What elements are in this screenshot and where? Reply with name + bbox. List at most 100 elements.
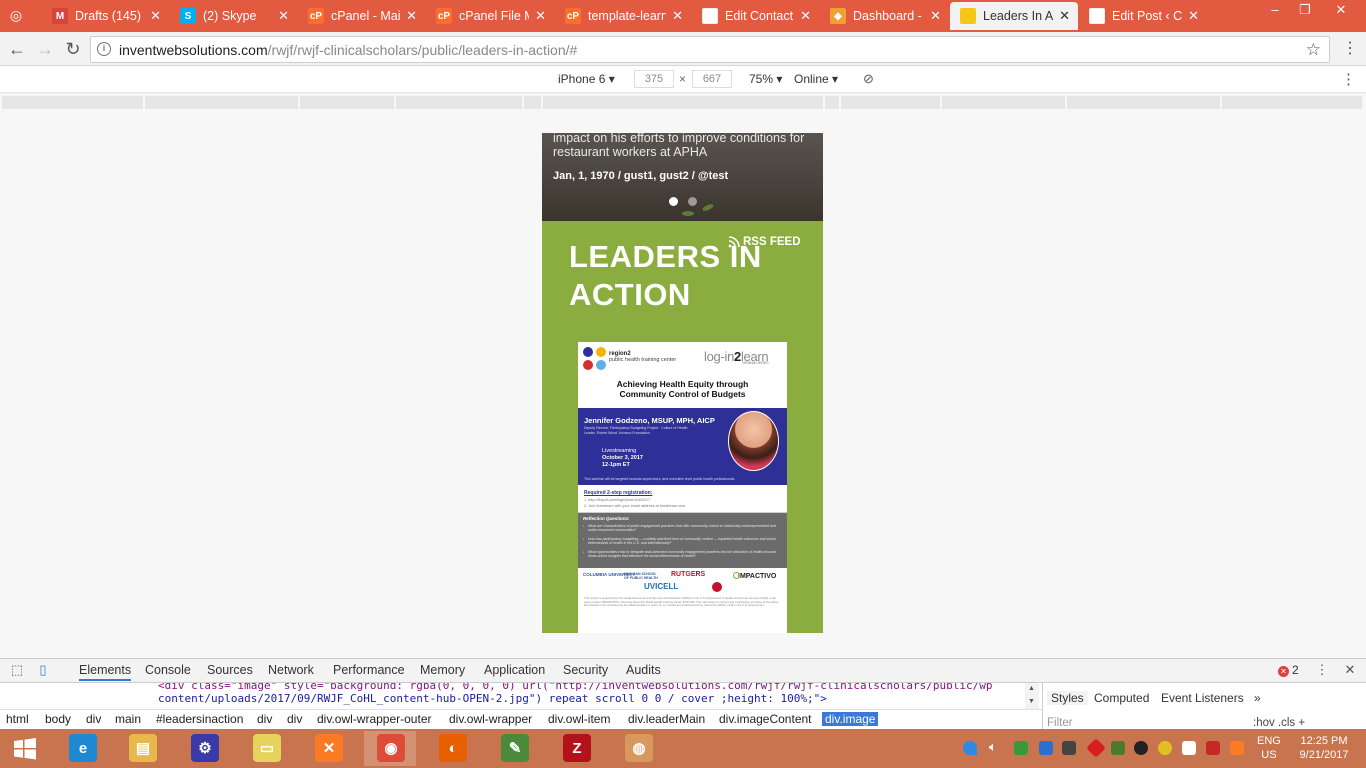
breadcrumb-item[interactable]: #leadersinaction	[156, 712, 243, 726]
devtools-close-icon[interactable]: ✕	[1342, 662, 1358, 678]
breadcrumb-item[interactable]: div	[257, 712, 272, 726]
tab-close-icon[interactable]: ✕	[535, 8, 546, 24]
devtools-menu-icon[interactable]: ⋮	[1314, 662, 1330, 678]
chrome-apps-icon[interactable]: ◎	[6, 6, 26, 24]
taskbar-app[interactable]: ◍	[612, 731, 664, 766]
styles-filter-input[interactable]: Filter	[1047, 717, 1073, 729]
tab-elements[interactable]: Elements	[79, 663, 132, 681]
tab-sources[interactable]: Sources	[207, 663, 253, 677]
breadcrumb-item[interactable]: div.owl-item	[548, 712, 610, 726]
device-toolbar-menu-icon[interactable]: ⋮	[1341, 70, 1356, 88]
breadcrumb-item[interactable]: div.owl-wrapper-outer	[317, 712, 432, 726]
tab-close-icon[interactable]: ✕	[672, 8, 683, 24]
media-query-segment[interactable]	[300, 96, 394, 109]
tray-stack-icon[interactable]	[1111, 741, 1125, 755]
breadcrumb-item[interactable]: body	[45, 712, 71, 726]
taskbar-app[interactable]: ◐	[426, 731, 478, 766]
media-query-segment[interactable]	[1222, 96, 1362, 109]
browser-tab[interactable]: cP cPanel - Main ✕	[298, 2, 425, 30]
device-toggle-icon[interactable]: ▯	[35, 662, 51, 678]
media-query-segment[interactable]	[942, 96, 1065, 109]
browser-tab[interactable]: Edit Contact ✕	[692, 2, 819, 30]
windows-start-icon[interactable]	[0, 729, 50, 768]
dom-tree-scrollbar[interactable]: ▲ ▼	[1025, 683, 1039, 709]
tab-close-icon[interactable]: ✕	[1059, 8, 1070, 24]
carousel-dot[interactable]	[688, 197, 697, 206]
tab-close-icon[interactable]: ✕	[930, 8, 941, 24]
language-indicator[interactable]: ENG US	[1257, 734, 1281, 762]
tab-memory[interactable]: Memory	[420, 663, 465, 677]
media-query-segment[interactable]	[543, 96, 823, 109]
tab-computed[interactable]: Computed	[1094, 691, 1149, 705]
elements-dom-tree[interactable]: <div class="image" style="background: rg…	[0, 683, 1040, 709]
browser-tab[interactable]: S (2) Skype ✕	[170, 2, 297, 30]
device-height-input[interactable]: 667	[692, 70, 732, 88]
volume-icon[interactable]: 🔈︎	[989, 739, 997, 755]
taskbar-app[interactable]: ✕	[302, 731, 354, 766]
tray-dropbox2-icon[interactable]	[1182, 741, 1196, 755]
tray-network-icon[interactable]	[1039, 741, 1053, 755]
address-bar[interactable]: i inventwebsolutions.com/rwjf/rwjf-clini…	[90, 36, 1330, 63]
tab-close-icon[interactable]: ✕	[150, 8, 161, 24]
tab-audits[interactable]: Audits	[626, 663, 661, 677]
close-window-icon[interactable]: ✕	[1326, 0, 1356, 22]
tab-console[interactable]: Console	[145, 663, 191, 677]
taskbar-app[interactable]: e	[56, 731, 108, 766]
taskbar-app[interactable]: ▤	[116, 731, 168, 766]
tab-performance[interactable]: Performance	[333, 663, 405, 677]
tab-styles[interactable]: Styles	[1047, 691, 1088, 705]
tray-dropbox-icon[interactable]	[963, 741, 977, 755]
tray-red-icon[interactable]	[1086, 738, 1106, 758]
breadcrumb-item[interactable]: div.owl-wrapper	[449, 712, 532, 726]
taskbar-clock[interactable]: 12:25 PM 9/21/2017	[1296, 734, 1352, 762]
zoom-select[interactable]: 75% ▾	[749, 72, 782, 86]
browser-menu-icon[interactable]: ⋮	[1340, 38, 1360, 60]
tab-close-icon[interactable]: ✕	[1188, 8, 1199, 24]
breadcrumb-item[interactable]: div.imageContent	[719, 712, 812, 726]
taskbar-app[interactable]: ◉	[364, 731, 416, 766]
browser-tab[interactable]: Leaders In Action ✕	[950, 2, 1078, 30]
tab-event-listeners[interactable]: Event Listeners	[1161, 691, 1244, 705]
breadcrumb-item[interactable]: main	[115, 712, 141, 726]
more-tabs-icon[interactable]: »	[1254, 691, 1261, 705]
minimize-icon[interactable]: –	[1260, 0, 1290, 22]
network-throttle-select[interactable]: Online ▾	[794, 72, 838, 86]
error-count-badge[interactable]: ✕ 2	[1278, 663, 1299, 677]
tray-green-plus-icon[interactable]	[1158, 741, 1172, 755]
breadcrumb-item[interactable]: html	[6, 712, 29, 726]
media-query-segment[interactable]	[2, 96, 143, 109]
browser-tab[interactable]: ◆ Dashboard - ✕	[820, 2, 949, 30]
breadcrumb-item[interactable]: div.image	[822, 712, 879, 726]
media-query-segment[interactable]	[524, 96, 541, 109]
url-text[interactable]: inventwebsolutions.com/rwjf/rwjf-clinica…	[119, 42, 577, 58]
tray-xampp-error-icon[interactable]	[1206, 741, 1220, 755]
tab-security[interactable]: Security	[563, 663, 608, 677]
taskbar-app[interactable]: ⚙	[178, 731, 230, 766]
taskbar-app[interactable]: ▭	[240, 731, 292, 766]
dom-line[interactable]: content/uploads/2017/09/RWJF_CoHL_conten…	[158, 692, 827, 705]
browser-tab[interactable]: cP cPanel File Manager ✕	[426, 2, 554, 30]
taskbar-app[interactable]: ✎	[488, 731, 540, 766]
browser-tab[interactable]: Edit Post ‹ Cl ✕	[1079, 2, 1207, 30]
rss-feed-link[interactable]: RSS FEED	[728, 236, 801, 248]
tray-xampp-icon[interactable]	[1230, 741, 1244, 755]
media-query-segment[interactable]	[1067, 96, 1220, 109]
tray-security-icon[interactable]	[1014, 741, 1028, 755]
reload-icon[interactable]: ↻	[62, 38, 84, 60]
tab-close-icon[interactable]: ✕	[406, 8, 417, 24]
tab-network[interactable]: Network	[268, 663, 314, 677]
carousel-dot-active[interactable]	[669, 197, 678, 206]
device-select[interactable]: iPhone 6 ▾	[558, 72, 615, 86]
breadcrumb-item[interactable]: div	[287, 712, 302, 726]
bookmark-star-icon[interactable]: ☆	[1306, 40, 1321, 60]
device-width-input[interactable]: 375	[634, 70, 674, 88]
breadcrumb-item[interactable]: div	[86, 712, 101, 726]
site-info-icon[interactable]: i	[97, 42, 111, 56]
tab-application[interactable]: Application	[484, 663, 545, 677]
maximize-icon[interactable]: ❐	[1290, 0, 1320, 22]
breadcrumb-item[interactable]: div.leaderMain	[628, 712, 705, 726]
browser-tab[interactable]: M Drafts (145) ✕	[42, 2, 169, 30]
media-query-segment[interactable]	[825, 96, 839, 109]
media-query-segment[interactable]	[396, 96, 522, 109]
hero-slide[interactable]: impact on his efforts to improve conditi…	[542, 133, 823, 221]
